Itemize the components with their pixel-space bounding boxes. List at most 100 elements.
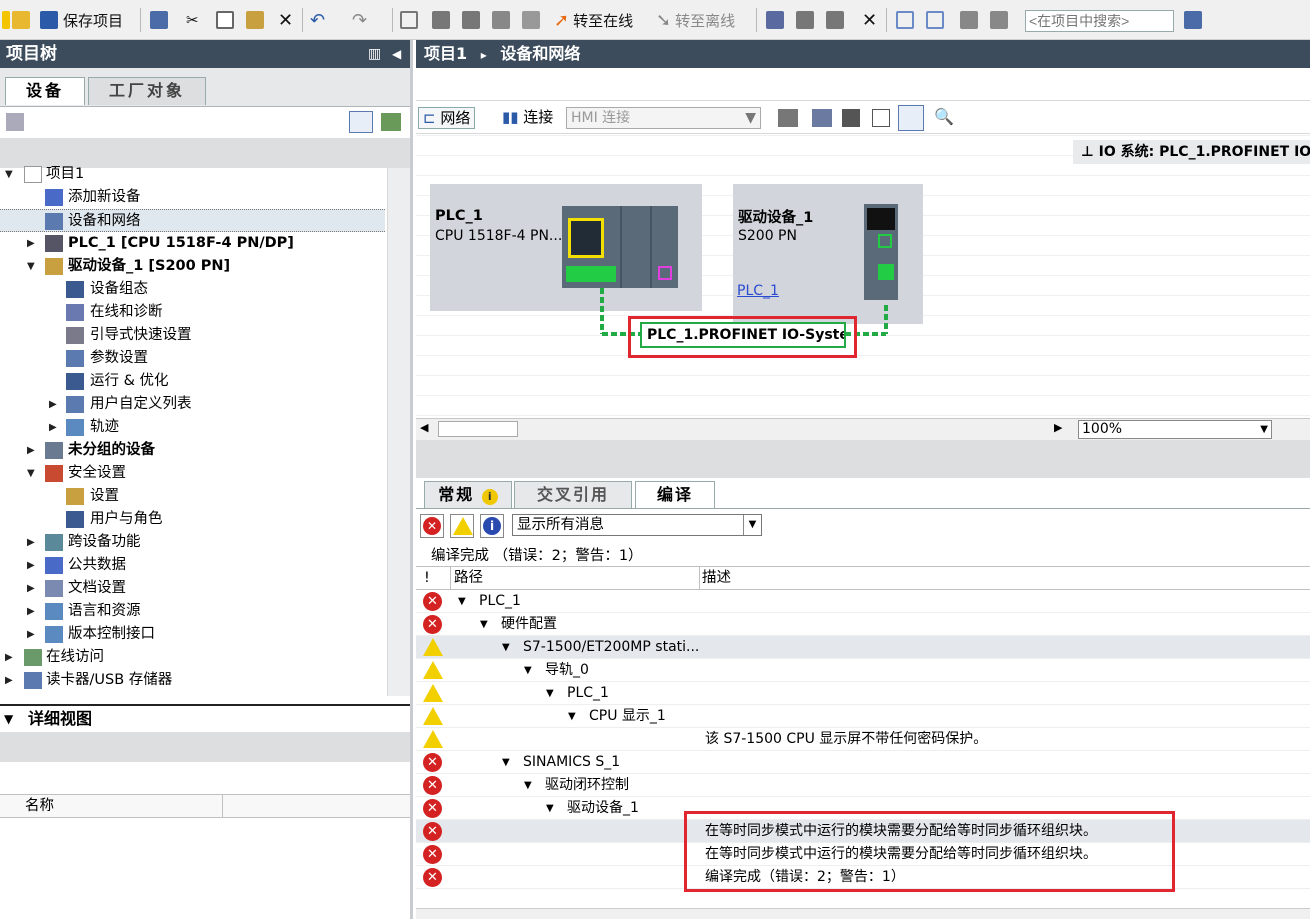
network-label[interactable]: PLC_1.PROFINET IO-Syste...	[640, 322, 846, 348]
tree-item-users-roles[interactable]: 用户与角色	[0, 508, 385, 531]
tab-compile[interactable]: 编译	[635, 481, 715, 509]
tree-item-cross-device[interactable]: ▶ 跨设备功能	[0, 531, 385, 554]
go-online-button[interactable]: ➚ 转至在线	[554, 8, 633, 32]
cut-icon[interactable]: ✂	[186, 8, 199, 32]
collapse-panel-icon[interactable]: ◀	[392, 40, 401, 68]
detail-view-header[interactable]: ▼ 详细视图	[0, 704, 410, 732]
collapse-arrow-icon[interactable]: ▼	[480, 613, 488, 636]
message-row[interactable]: 该 S7-1500 CPU 显示屏不带任何密码保护。	[416, 728, 1310, 751]
expand-arrow-icon[interactable]: ▶	[27, 577, 35, 600]
tree-item-ungrouped-devices[interactable]: ▶ 未分组的设备	[0, 439, 385, 462]
expand-arrow-icon[interactable]: ▶	[27, 232, 35, 255]
collapse-arrow-icon[interactable]: ▼	[27, 255, 35, 278]
io-system-icon[interactable]	[842, 109, 860, 127]
stop-cpu-icon[interactable]	[826, 8, 844, 32]
tab-cross-references[interactable]: 交叉引用	[514, 481, 632, 509]
inspector-splitter[interactable]	[416, 440, 1310, 478]
zoom-select[interactable]: 100% ▼	[1078, 420, 1272, 439]
tree-item-settings[interactable]: 设置	[0, 485, 385, 508]
filter-errors-button[interactable]: ✕	[420, 514, 444, 538]
delete-icon[interactable]: ✕	[278, 8, 293, 32]
undo-icon[interactable]: ↶	[310, 8, 325, 32]
collapse-arrow-icon[interactable]: ▼	[524, 774, 532, 797]
tree-item-add-device[interactable]: 添加新设备	[0, 186, 385, 209]
message-row[interactable]: ✕ ▼ 硬件配置	[416, 613, 1310, 636]
download-icon[interactable]	[432, 8, 450, 32]
message-row[interactable]: ✕ 编译完成（错误：2；警告：1）	[416, 866, 1310, 889]
zoom-in-icon[interactable]: 🔍	[934, 107, 954, 126]
tree-item-drive1[interactable]: ▼ 驱动设备_1 [S200 PN]	[0, 255, 385, 278]
clear-icon[interactable]	[990, 8, 1008, 32]
tree-item-card-reader[interactable]: ▶ 读卡器/USB 存储器	[0, 669, 385, 692]
message-row[interactable]: ▼ CPU 显示_1	[416, 705, 1310, 728]
project-tree-scrollbar[interactable]	[387, 168, 410, 696]
column-divider[interactable]	[699, 567, 700, 589]
expand-arrow-icon[interactable]: ▶	[27, 531, 35, 554]
expand-arrow-icon[interactable]: ▶	[27, 439, 35, 462]
message-filter-select[interactable]: 显示所有消息 ▼	[512, 514, 762, 536]
simulation-icon[interactable]	[522, 8, 540, 32]
message-row[interactable]: ✕ ▼ 驱动设备_1	[416, 797, 1310, 820]
expand-arrow-icon[interactable]: ▼	[5, 163, 13, 186]
tree-item-devices-networks[interactable]: 设备和网络	[0, 209, 385, 232]
message-row[interactable]: ✕ 在等时同步模式中运行的模块需要分配给等时同步循环组织块。	[416, 820, 1310, 843]
open-project-icon[interactable]	[12, 8, 30, 32]
filter-info-button[interactable]: i	[480, 514, 504, 538]
canvas-scrollbar[interactable]: ◀ ▶ 100% ▼	[416, 418, 1310, 440]
go-offline-button[interactable]: ➘ 转至离线	[656, 8, 735, 32]
search-button-icon[interactable]	[1184, 8, 1202, 32]
tree-item-version-control[interactable]: ▶ 版本控制接口	[0, 623, 385, 646]
redo-icon[interactable]: ↷	[352, 8, 367, 32]
table-icon[interactable]	[872, 109, 890, 127]
tab-devices[interactable]: 设备	[5, 77, 85, 105]
collapse-arrow-icon[interactable]: ▼	[546, 797, 554, 820]
message-row[interactable]: ✕ 在等时同步模式中运行的模块需要分配给等时同步循环组织块。	[416, 843, 1310, 866]
expand-arrow-icon[interactable]: ▶	[27, 554, 35, 577]
expand-arrow-icon[interactable]: ▶	[49, 416, 57, 439]
print-icon[interactable]	[150, 8, 168, 32]
tree-item-common-data[interactable]: ▶ 公共数据	[0, 554, 385, 577]
show-names-icon[interactable]	[778, 109, 798, 127]
tree-item-parameters[interactable]: 参数设置	[0, 347, 385, 370]
panel-layout-icon[interactable]: ▥	[368, 40, 381, 68]
tree-item-quick-setup[interactable]: 引导式快速设置	[0, 324, 385, 347]
show-hide-icon[interactable]	[960, 8, 978, 32]
new-project-icon[interactable]	[2, 8, 10, 32]
expand-arrow-icon[interactable]: ▶	[5, 669, 13, 692]
save-project-button[interactable]: 保存项目	[40, 8, 123, 32]
collapse-arrow-icon[interactable]: ▼	[4, 706, 13, 732]
tree-item-security-settings[interactable]: ▼ 安全设置	[0, 462, 385, 485]
collapse-arrow-icon[interactable]: ▼	[502, 636, 510, 659]
message-row[interactable]: ✕ ▼ SINAMICS S_1	[416, 751, 1310, 774]
scroll-right-icon[interactable]: ▶	[1054, 421, 1062, 434]
message-row[interactable]: ▼ PLC_1	[416, 682, 1310, 705]
paste-icon[interactable]	[246, 8, 264, 32]
column-divider[interactable]	[450, 567, 451, 589]
tree-item-plc1[interactable]: ▶ PLC_1 [CPU 1518F-4 PN/DP]	[0, 232, 385, 255]
tree-item-user-lists[interactable]: ▶ 用户自定义列表	[0, 393, 385, 416]
message-row[interactable]: ▼ 导轨_0	[416, 659, 1310, 682]
project-search-input[interactable]	[1025, 10, 1174, 32]
expand-arrow-icon[interactable]: ▶	[49, 393, 57, 416]
tree-item-languages[interactable]: ▶ 语言和资源	[0, 600, 385, 623]
split-vertical-icon[interactable]	[926, 8, 944, 32]
network-view-button[interactable]: ⊏ 网络	[418, 107, 476, 129]
tree-item-project[interactable]: ▼ 项目1	[0, 163, 385, 186]
expand-arrow-icon[interactable]: ▶	[27, 623, 35, 646]
messages-scrollbar[interactable]	[416, 908, 1310, 919]
collapse-arrow-icon[interactable]: ▼	[502, 751, 510, 774]
sync-icon[interactable]	[381, 113, 401, 131]
network-overview-icon[interactable]	[812, 109, 832, 127]
tree-item-commissioning[interactable]: 运行 & 优化	[0, 370, 385, 393]
connection-button[interactable]: ▮▮ 连接	[498, 107, 557, 129]
message-row[interactable]: ✕ ▼ 驱动闭环控制	[416, 774, 1310, 797]
start-cpu-icon[interactable]	[796, 8, 814, 32]
breadcrumb-project[interactable]: 项目1	[424, 44, 467, 63]
list-view-icon[interactable]	[349, 111, 373, 133]
column-divider[interactable]	[222, 795, 223, 817]
page-view-icon[interactable]	[898, 105, 924, 131]
tree-item-online-access[interactable]: ▶ 在线访问	[0, 646, 385, 669]
copy-icon[interactable]	[216, 8, 234, 32]
collapse-arrow-icon[interactable]: ▼	[546, 682, 554, 705]
collapse-arrow-icon[interactable]: ▼	[27, 462, 35, 485]
